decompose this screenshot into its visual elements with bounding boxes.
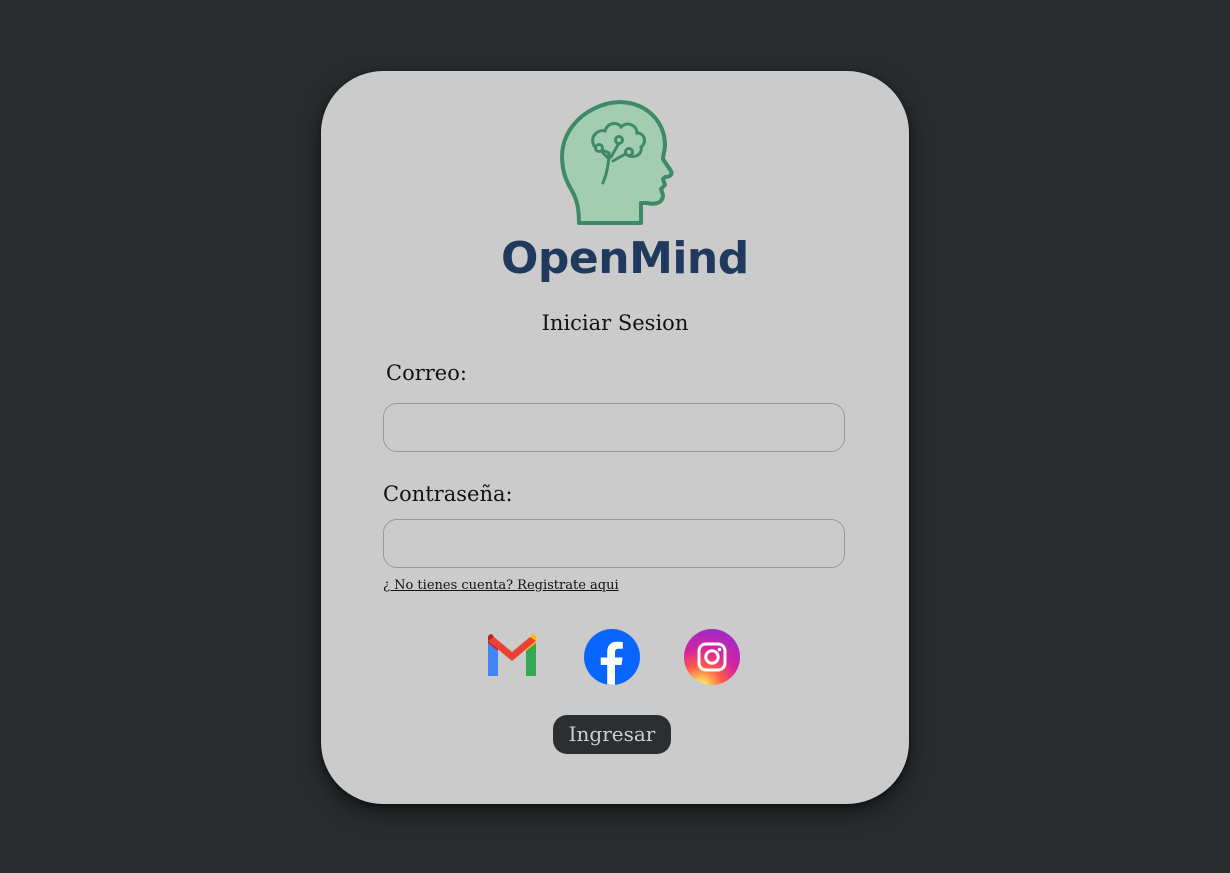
login-card: OpenMind Iniciar Sesion Correo: Contrase… <box>321 71 909 804</box>
openmind-logo: OpenMind <box>501 99 749 289</box>
brand-name: OpenMind <box>501 233 749 284</box>
gmail-button[interactable] <box>484 629 540 685</box>
gmail-icon <box>488 634 536 676</box>
facebook-button[interactable] <box>584 629 640 685</box>
instagram-button[interactable] <box>684 629 740 685</box>
password-label: Contraseña: <box>383 482 513 506</box>
page-title: Iniciar Sesion <box>541 311 689 335</box>
brain-head-icon <box>560 100 674 225</box>
instagram-icon <box>684 629 740 685</box>
password-field[interactable] <box>383 519 845 568</box>
submit-button[interactable]: Ingresar <box>553 715 671 754</box>
facebook-icon <box>584 629 640 685</box>
register-link[interactable]: ¿ No tienes cuenta? Registrate aqui <box>383 578 619 593</box>
email-field[interactable] <box>383 403 845 452</box>
email-label: Correo: <box>386 361 467 385</box>
